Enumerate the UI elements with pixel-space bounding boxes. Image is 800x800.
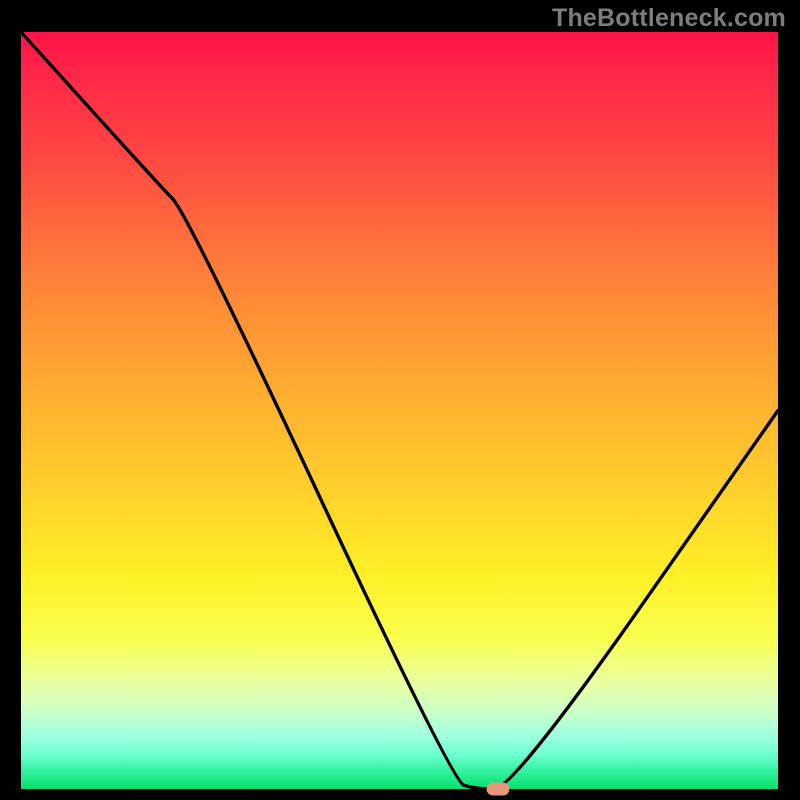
plot-area (21, 32, 778, 789)
bottleneck-line-chart (21, 32, 778, 789)
watermark-text: TheBottleneck.com (552, 4, 786, 33)
chart-frame: TheBottleneck.com (0, 0, 800, 800)
bottleneck-curve-path (21, 32, 778, 789)
optimal-point-marker (486, 783, 509, 796)
